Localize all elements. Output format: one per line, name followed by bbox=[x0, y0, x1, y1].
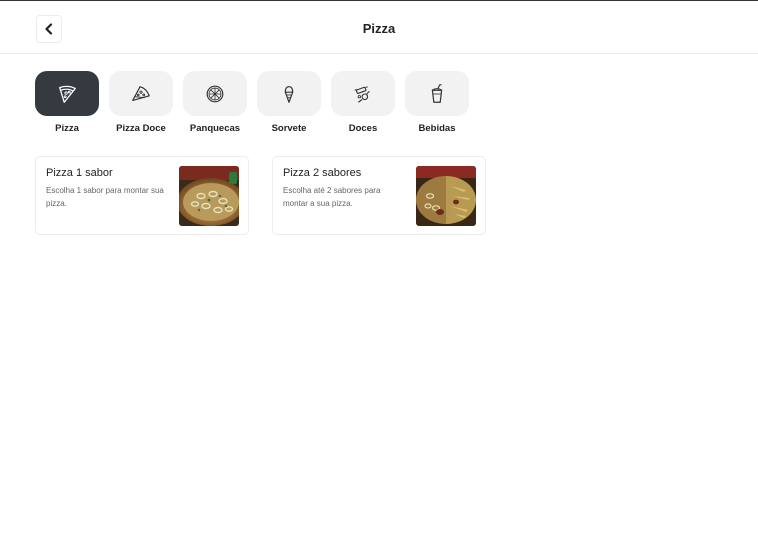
category-label: Pizza bbox=[55, 123, 79, 134]
product-list: Pizza 1 sabor Escolha 1 sabor para monta… bbox=[35, 156, 486, 235]
drink-cup-icon bbox=[431, 83, 443, 103]
page-title: Pizza bbox=[362, 21, 396, 36]
category-pizza-doce-box[interactable] bbox=[109, 71, 173, 116]
category-panquecas[interactable]: Panquecas bbox=[183, 71, 247, 134]
category-bebidas[interactable]: Bebidas bbox=[405, 71, 469, 134]
ice-cream-icon bbox=[284, 85, 294, 103]
category-list: Pizza Pizza Doce Panquecas Sorvete Doces… bbox=[35, 71, 469, 134]
sweet-pizza-icon bbox=[132, 85, 150, 101]
category-label: Bebidas bbox=[418, 123, 456, 134]
category-pizza-doce[interactable]: Pizza Doce bbox=[109, 71, 173, 134]
category-label: Sorvete bbox=[271, 123, 307, 134]
pancake-icon bbox=[206, 85, 224, 102]
product-title: Pizza 1 sabor bbox=[46, 167, 113, 179]
product-description: Escolha 1 sabor para montar sua pizza. bbox=[46, 186, 164, 208]
product-description: Escolha até 2 sabores para montar a sua … bbox=[283, 186, 381, 208]
product-title: Pizza 2 sabores bbox=[283, 167, 362, 179]
product-card-pizza-2-sabores[interactable]: Pizza 2 sabores Escolha até 2 sabores pa… bbox=[272, 156, 486, 235]
category-sorvete[interactable]: Sorvete bbox=[257, 71, 321, 134]
pizza-photo bbox=[179, 166, 239, 226]
category-sorvete-box[interactable] bbox=[257, 71, 321, 116]
category-doces[interactable]: Doces bbox=[331, 71, 395, 134]
product-card-pizza-1-sabor[interactable]: Pizza 1 sabor Escolha 1 sabor para monta… bbox=[35, 156, 249, 235]
pizza-half-half-photo bbox=[416, 166, 476, 226]
header: Pizza bbox=[0, 1, 758, 54]
category-bebidas-box[interactable] bbox=[405, 71, 469, 116]
category-pizza-box[interactable] bbox=[35, 71, 99, 116]
pizza-slice-icon bbox=[59, 85, 76, 103]
category-panquecas-box[interactable] bbox=[183, 71, 247, 116]
category-doces-box[interactable] bbox=[331, 71, 395, 116]
category-label: Doces bbox=[348, 123, 378, 134]
candy-icon bbox=[354, 85, 370, 103]
category-label: Pizza Doce bbox=[116, 123, 166, 134]
category-label: Panquecas bbox=[189, 123, 241, 134]
category-pizza[interactable]: Pizza bbox=[35, 71, 99, 134]
